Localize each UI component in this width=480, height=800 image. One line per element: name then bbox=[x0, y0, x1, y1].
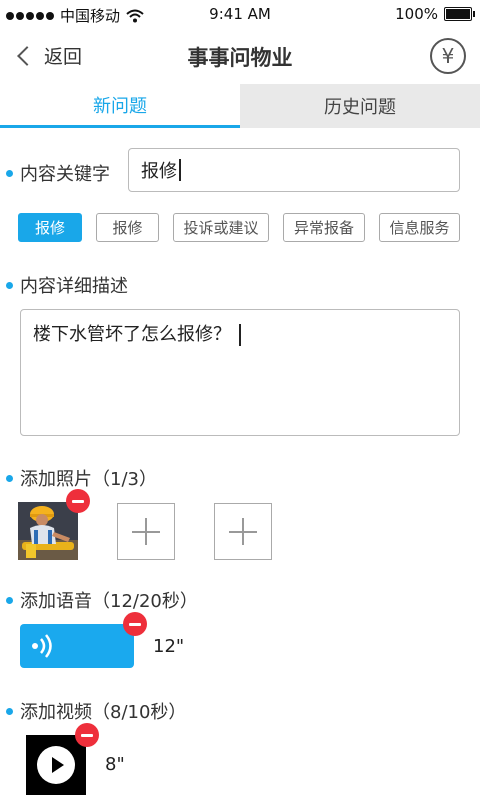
voice-section-label: 添加语音（12/20秒） bbox=[6, 587, 198, 613]
battery-icon bbox=[444, 7, 475, 21]
yen-symbol: ¥ bbox=[441, 44, 455, 68]
nav-bar: 返回 事事问物业 ¥ bbox=[0, 28, 480, 84]
remove-video-button[interactable] bbox=[75, 723, 99, 747]
battery-group: 100% bbox=[395, 5, 475, 23]
tag-complaint[interactable]: 投诉或建议 bbox=[173, 213, 269, 242]
photo-thumbnail[interactable] bbox=[18, 502, 78, 560]
bullet-dot bbox=[6, 707, 13, 715]
text-caret bbox=[179, 159, 181, 181]
keyword-section-label: 内容关键字 bbox=[6, 160, 110, 186]
text-caret bbox=[239, 324, 241, 346]
description-value: 楼下水管坏了怎么报修？ bbox=[33, 324, 231, 345]
remove-voice-button[interactable] bbox=[123, 612, 147, 636]
keyword-label: 内容关键字 bbox=[20, 164, 110, 185]
worker-photo-image bbox=[18, 502, 78, 560]
minus-icon bbox=[72, 499, 84, 503]
yen-icon[interactable]: ¥ bbox=[430, 38, 466, 74]
description-textarea[interactable]: 楼下水管坏了怎么报修？ bbox=[20, 309, 460, 436]
tab-bar: 新问题 历史问题 bbox=[0, 84, 480, 128]
tag-info-service[interactable]: 信息服务 bbox=[379, 213, 460, 242]
keyword-value: 报修 bbox=[141, 161, 177, 182]
tag-group: 报修 报修 投诉或建议 异常报备 信息服务 bbox=[18, 213, 468, 243]
tag-repair-selected[interactable]: 报修 bbox=[18, 213, 82, 242]
video-thumbnail[interactable] bbox=[26, 735, 86, 795]
video-label: 添加视频（8/10秒） bbox=[20, 702, 187, 723]
minus-icon bbox=[81, 733, 93, 737]
add-photo-button[interactable] bbox=[117, 503, 175, 560]
bullet-dot bbox=[6, 281, 13, 289]
video-section-label: 添加视频（8/10秒） bbox=[6, 698, 186, 724]
tag-repair[interactable]: 报修 bbox=[96, 213, 159, 242]
status-bar: 中国移动 9:41 AM 100% bbox=[0, 0, 480, 28]
play-icon bbox=[37, 746, 75, 784]
tab-history[interactable]: 历史问题 bbox=[240, 84, 480, 128]
bullet-dot bbox=[6, 474, 13, 482]
description-section-label: 内容详细描述 bbox=[6, 272, 128, 298]
bullet-dot bbox=[6, 596, 13, 604]
bullet-dot bbox=[6, 169, 13, 177]
remove-photo-button[interactable] bbox=[66, 489, 90, 513]
voice-label: 添加语音（12/20秒） bbox=[20, 591, 198, 612]
video-duration: 8" bbox=[105, 754, 125, 775]
battery-percent: 100% bbox=[395, 5, 438, 23]
sound-wave-icon bbox=[32, 634, 52, 658]
tab-new-question[interactable]: 新问题 bbox=[0, 84, 240, 128]
minus-icon bbox=[129, 622, 141, 626]
tag-exception[interactable]: 异常报备 bbox=[283, 213, 365, 242]
voice-duration: 12" bbox=[153, 636, 185, 657]
description-label: 内容详细描述 bbox=[20, 276, 128, 297]
voice-message-bubble[interactable] bbox=[20, 624, 134, 668]
keyword-input[interactable]: 报修 bbox=[128, 148, 460, 192]
add-photo-button[interactable] bbox=[214, 503, 272, 560]
page-title: 事事问物业 bbox=[187, 46, 293, 70]
photos-label: 添加照片（1/3） bbox=[20, 469, 157, 490]
photos-section-label: 添加照片（1/3） bbox=[6, 465, 157, 491]
